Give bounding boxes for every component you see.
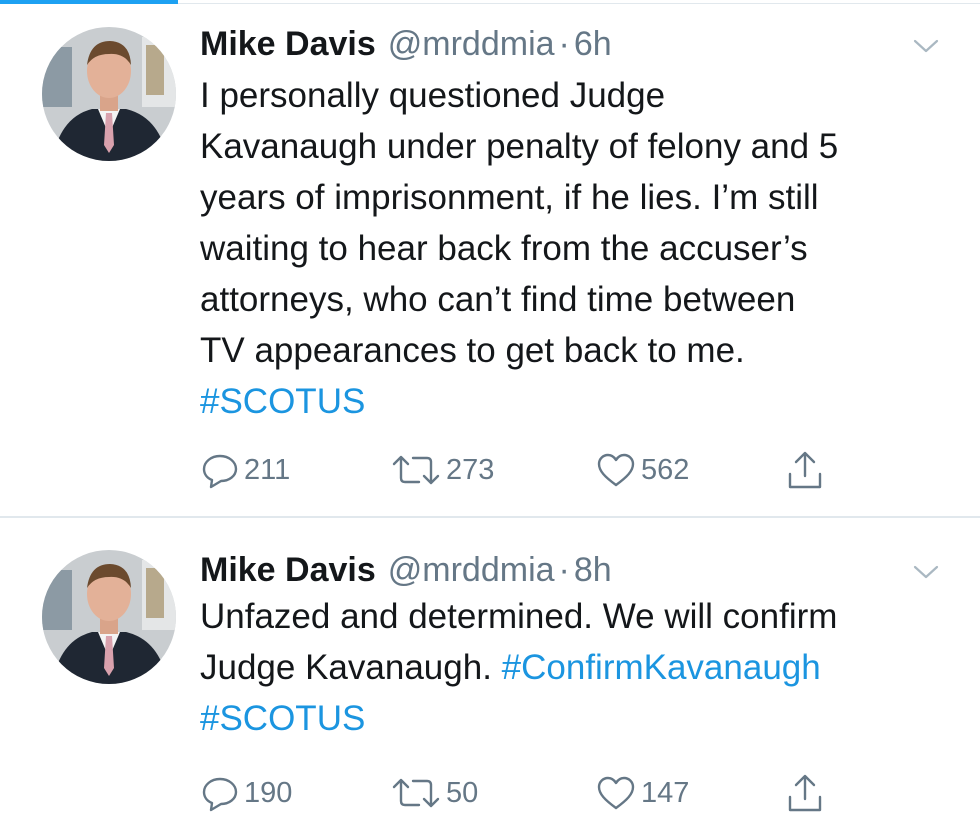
user-handle[interactable]: @mrddmia: [388, 548, 555, 592]
timestamp[interactable]: 8h: [574, 548, 612, 592]
chevron-down-icon[interactable]: [912, 36, 940, 56]
tweet-text-line: I personally questioned Judge: [200, 76, 666, 115]
share-icon: [785, 450, 825, 490]
retweet-icon: [390, 773, 442, 813]
tweet-text-line: TV appearances to get back to me.: [200, 331, 745, 370]
share-button[interactable]: [785, 450, 825, 490]
tweet-text-line: attorneys, who can’t find time between: [200, 280, 796, 319]
tweet-text: I personally questioned Judge Kavanaugh …: [200, 70, 950, 427]
separator-dot: ·: [558, 551, 570, 589]
retweet-count: 50: [446, 776, 479, 809]
avatar[interactable]: [42, 27, 176, 161]
like-button[interactable]: 562: [595, 450, 689, 490]
share-button[interactable]: [785, 773, 825, 813]
retweet-count: 273: [446, 453, 495, 486]
display-name[interactable]: Mike Davis: [200, 548, 376, 592]
tweet-actions: 190 50 147: [200, 773, 850, 813]
user-handle[interactable]: @mrddmia: [388, 22, 555, 66]
chevron-down-icon[interactable]: [912, 562, 940, 582]
reply-count: 190: [244, 776, 293, 809]
separator-dot: ·: [558, 25, 570, 63]
reply-icon: [200, 773, 240, 813]
like-count: 147: [641, 776, 690, 809]
tweet[interactable]: Mike Davis @mrddmia · 8h Unfazed and det…: [0, 520, 980, 839]
share-icon: [785, 773, 825, 813]
tweet-text-fragment: Judge Kavanaugh.: [200, 648, 502, 687]
retweet-button[interactable]: 273: [390, 450, 494, 490]
tweet[interactable]: Mike Davis @mrddmia · 6h I personally qu…: [0, 0, 980, 518]
tweet-text-line: Kavanaugh under penalty of felony and 5: [200, 127, 839, 166]
tweet-text-line: Judge Kavanaugh. #ConfirmKavanaugh: [200, 642, 950, 693]
tweet-text: Unfazed and determined. We will confirm …: [200, 591, 950, 744]
display-name[interactable]: Mike Davis: [200, 22, 376, 66]
like-button[interactable]: 147: [595, 773, 689, 813]
retweet-button[interactable]: 50: [390, 773, 478, 813]
tweet-text-line: years of imprisonment, if he lies. I’m s…: [200, 178, 819, 217]
timestamp[interactable]: 6h: [574, 22, 612, 66]
reply-button[interactable]: 190: [200, 773, 292, 813]
like-count: 562: [641, 453, 690, 486]
hashtag-link[interactable]: #SCOTUS: [200, 693, 950, 744]
retweet-icon: [390, 450, 442, 490]
hashtag-link[interactable]: #SCOTUS: [200, 376, 950, 427]
avatar[interactable]: [42, 550, 176, 684]
like-icon: [595, 773, 637, 813]
reply-icon: [200, 450, 240, 490]
hashtag-link[interactable]: #ConfirmKavanaugh: [502, 648, 821, 687]
reply-button[interactable]: 211: [200, 450, 290, 490]
tweet-text-line: Unfazed and determined. We will confirm: [200, 597, 838, 636]
tweet-actions: 211 273 562: [200, 450, 850, 490]
like-icon: [595, 450, 637, 490]
tweet-header: Mike Davis @mrddmia · 8h: [200, 548, 612, 592]
tweet-header: Mike Davis @mrddmia · 6h: [200, 22, 612, 66]
reply-count: 211: [244, 453, 291, 486]
tweet-text-line: waiting to hear back from the accuser’s: [200, 229, 808, 268]
